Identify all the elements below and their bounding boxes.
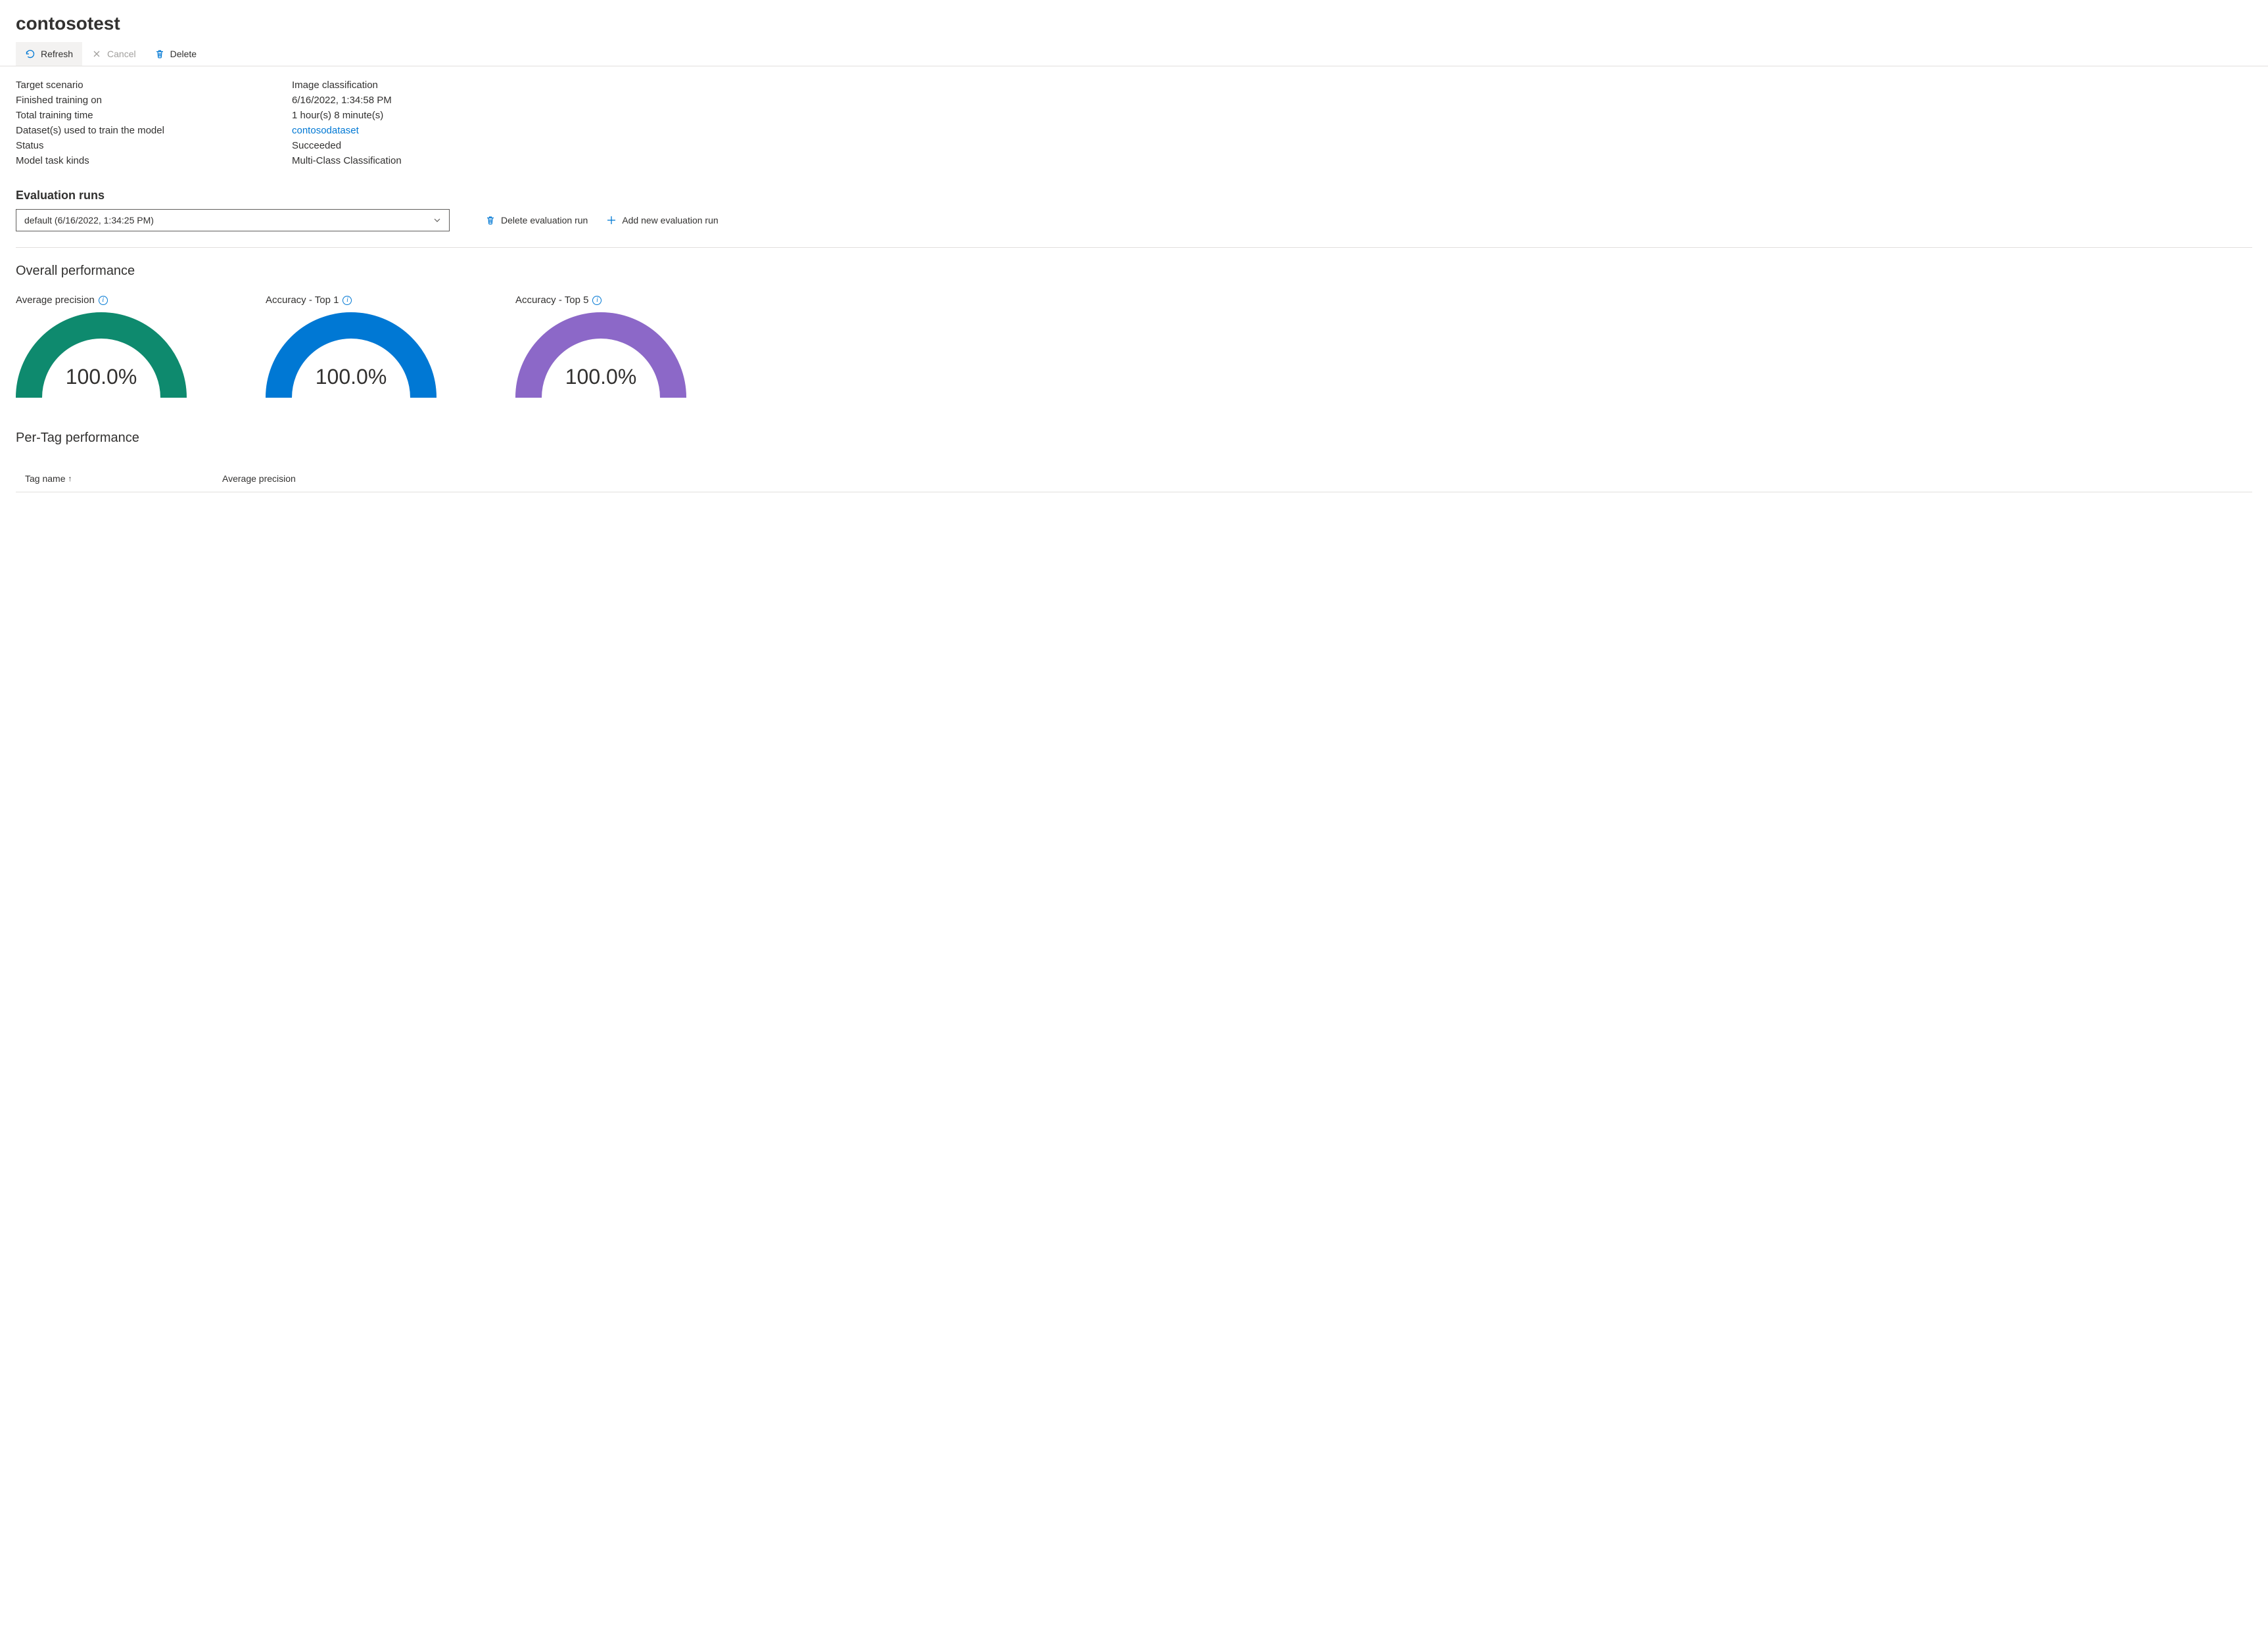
gauge-value: 100.0%	[16, 365, 187, 389]
model-task-value: Multi-Class Classification	[292, 155, 402, 166]
toolbar: Refresh Cancel Delete	[0, 42, 2268, 66]
cancel-label: Cancel	[107, 49, 136, 59]
pertag-title: Per-Tag performance	[16, 431, 2252, 446]
chevron-down-icon	[433, 216, 441, 224]
eval-runs-title: Evaluation runs	[16, 189, 2252, 202]
eval-run-bar: default (6/16/2022, 1:34:25 PM) Delete e…	[16, 209, 2252, 248]
gauge-value: 100.0%	[266, 365, 437, 389]
gauge-avg-precision: Average precision i 100.0%	[16, 295, 187, 404]
total-time-value: 1 hour(s) 8 minute(s)	[292, 110, 383, 121]
overall-performance-section: Overall performance Average precision i …	[16, 264, 2252, 404]
gauge-accuracy-top5: Accuracy - Top 5 i 100.0%	[515, 295, 686, 404]
target-scenario-value: Image classification	[292, 80, 378, 91]
gauge-chart	[515, 312, 686, 404]
pertag-section: Per-Tag performance Tag name ↑ Average p…	[16, 431, 2252, 492]
info-icon[interactable]: i	[343, 296, 352, 305]
eval-run-selected-value: default (6/16/2022, 1:34:25 PM)	[24, 215, 154, 225]
eval-run-select[interactable]: default (6/16/2022, 1:34:25 PM)	[16, 209, 450, 231]
plus-icon	[606, 215, 617, 225]
col-header-tagname-label: Tag name	[25, 473, 65, 484]
datasets-label: Dataset(s) used to train the model	[16, 125, 292, 136]
col-header-avg-precision[interactable]: Average precision	[213, 473, 305, 484]
overall-performance-title: Overall performance	[16, 264, 2252, 279]
trash-icon	[154, 49, 165, 59]
cancel-icon	[91, 49, 102, 59]
total-time-label: Total training time	[16, 110, 292, 121]
refresh-label: Refresh	[41, 49, 73, 59]
trash-icon	[485, 215, 496, 225]
sort-ascending-icon: ↑	[68, 474, 72, 483]
gauge-value: 100.0%	[515, 365, 686, 389]
finished-on-value: 6/16/2022, 1:34:58 PM	[292, 95, 392, 106]
gauge-chart	[16, 312, 187, 404]
add-eval-run-button[interactable]: Add new evaluation run	[603, 211, 721, 229]
target-scenario-label: Target scenario	[16, 80, 292, 91]
status-label: Status	[16, 140, 292, 151]
pertag-table-header: Tag name ↑ Average precision	[16, 465, 2252, 492]
status-value: Succeeded	[292, 140, 341, 151]
gauge-label-text: Accuracy - Top 1	[266, 295, 339, 306]
cancel-button: Cancel	[82, 42, 145, 66]
info-icon[interactable]: i	[99, 296, 108, 305]
finished-on-label: Finished training on	[16, 95, 292, 106]
details-panel: Target scenario Image classification Fin…	[0, 66, 2268, 176]
col-header-tagname[interactable]: Tag name ↑	[16, 473, 213, 484]
refresh-icon	[25, 49, 35, 59]
info-icon[interactable]: i	[592, 296, 602, 305]
gauge-accuracy-top1: Accuracy - Top 1 i 100.0%	[266, 295, 437, 404]
gauge-label-text: Accuracy - Top 5	[515, 295, 588, 306]
delete-eval-run-label: Delete evaluation run	[501, 215, 588, 225]
refresh-button[interactable]: Refresh	[16, 42, 82, 66]
gauges-row: Average precision i 100.0% Accuracy - To…	[16, 295, 2252, 404]
delete-eval-run-button[interactable]: Delete evaluation run	[483, 211, 590, 229]
page-title: contosotest	[0, 0, 2268, 42]
delete-button[interactable]: Delete	[145, 42, 206, 66]
model-task-label: Model task kinds	[16, 155, 292, 166]
delete-label: Delete	[170, 49, 197, 59]
datasets-link[interactable]: contosodataset	[292, 125, 359, 136]
col-header-avg-precision-label: Average precision	[222, 473, 296, 484]
add-eval-run-label: Add new evaluation run	[622, 215, 718, 225]
gauge-chart	[266, 312, 437, 404]
gauge-label-text: Average precision	[16, 295, 95, 306]
